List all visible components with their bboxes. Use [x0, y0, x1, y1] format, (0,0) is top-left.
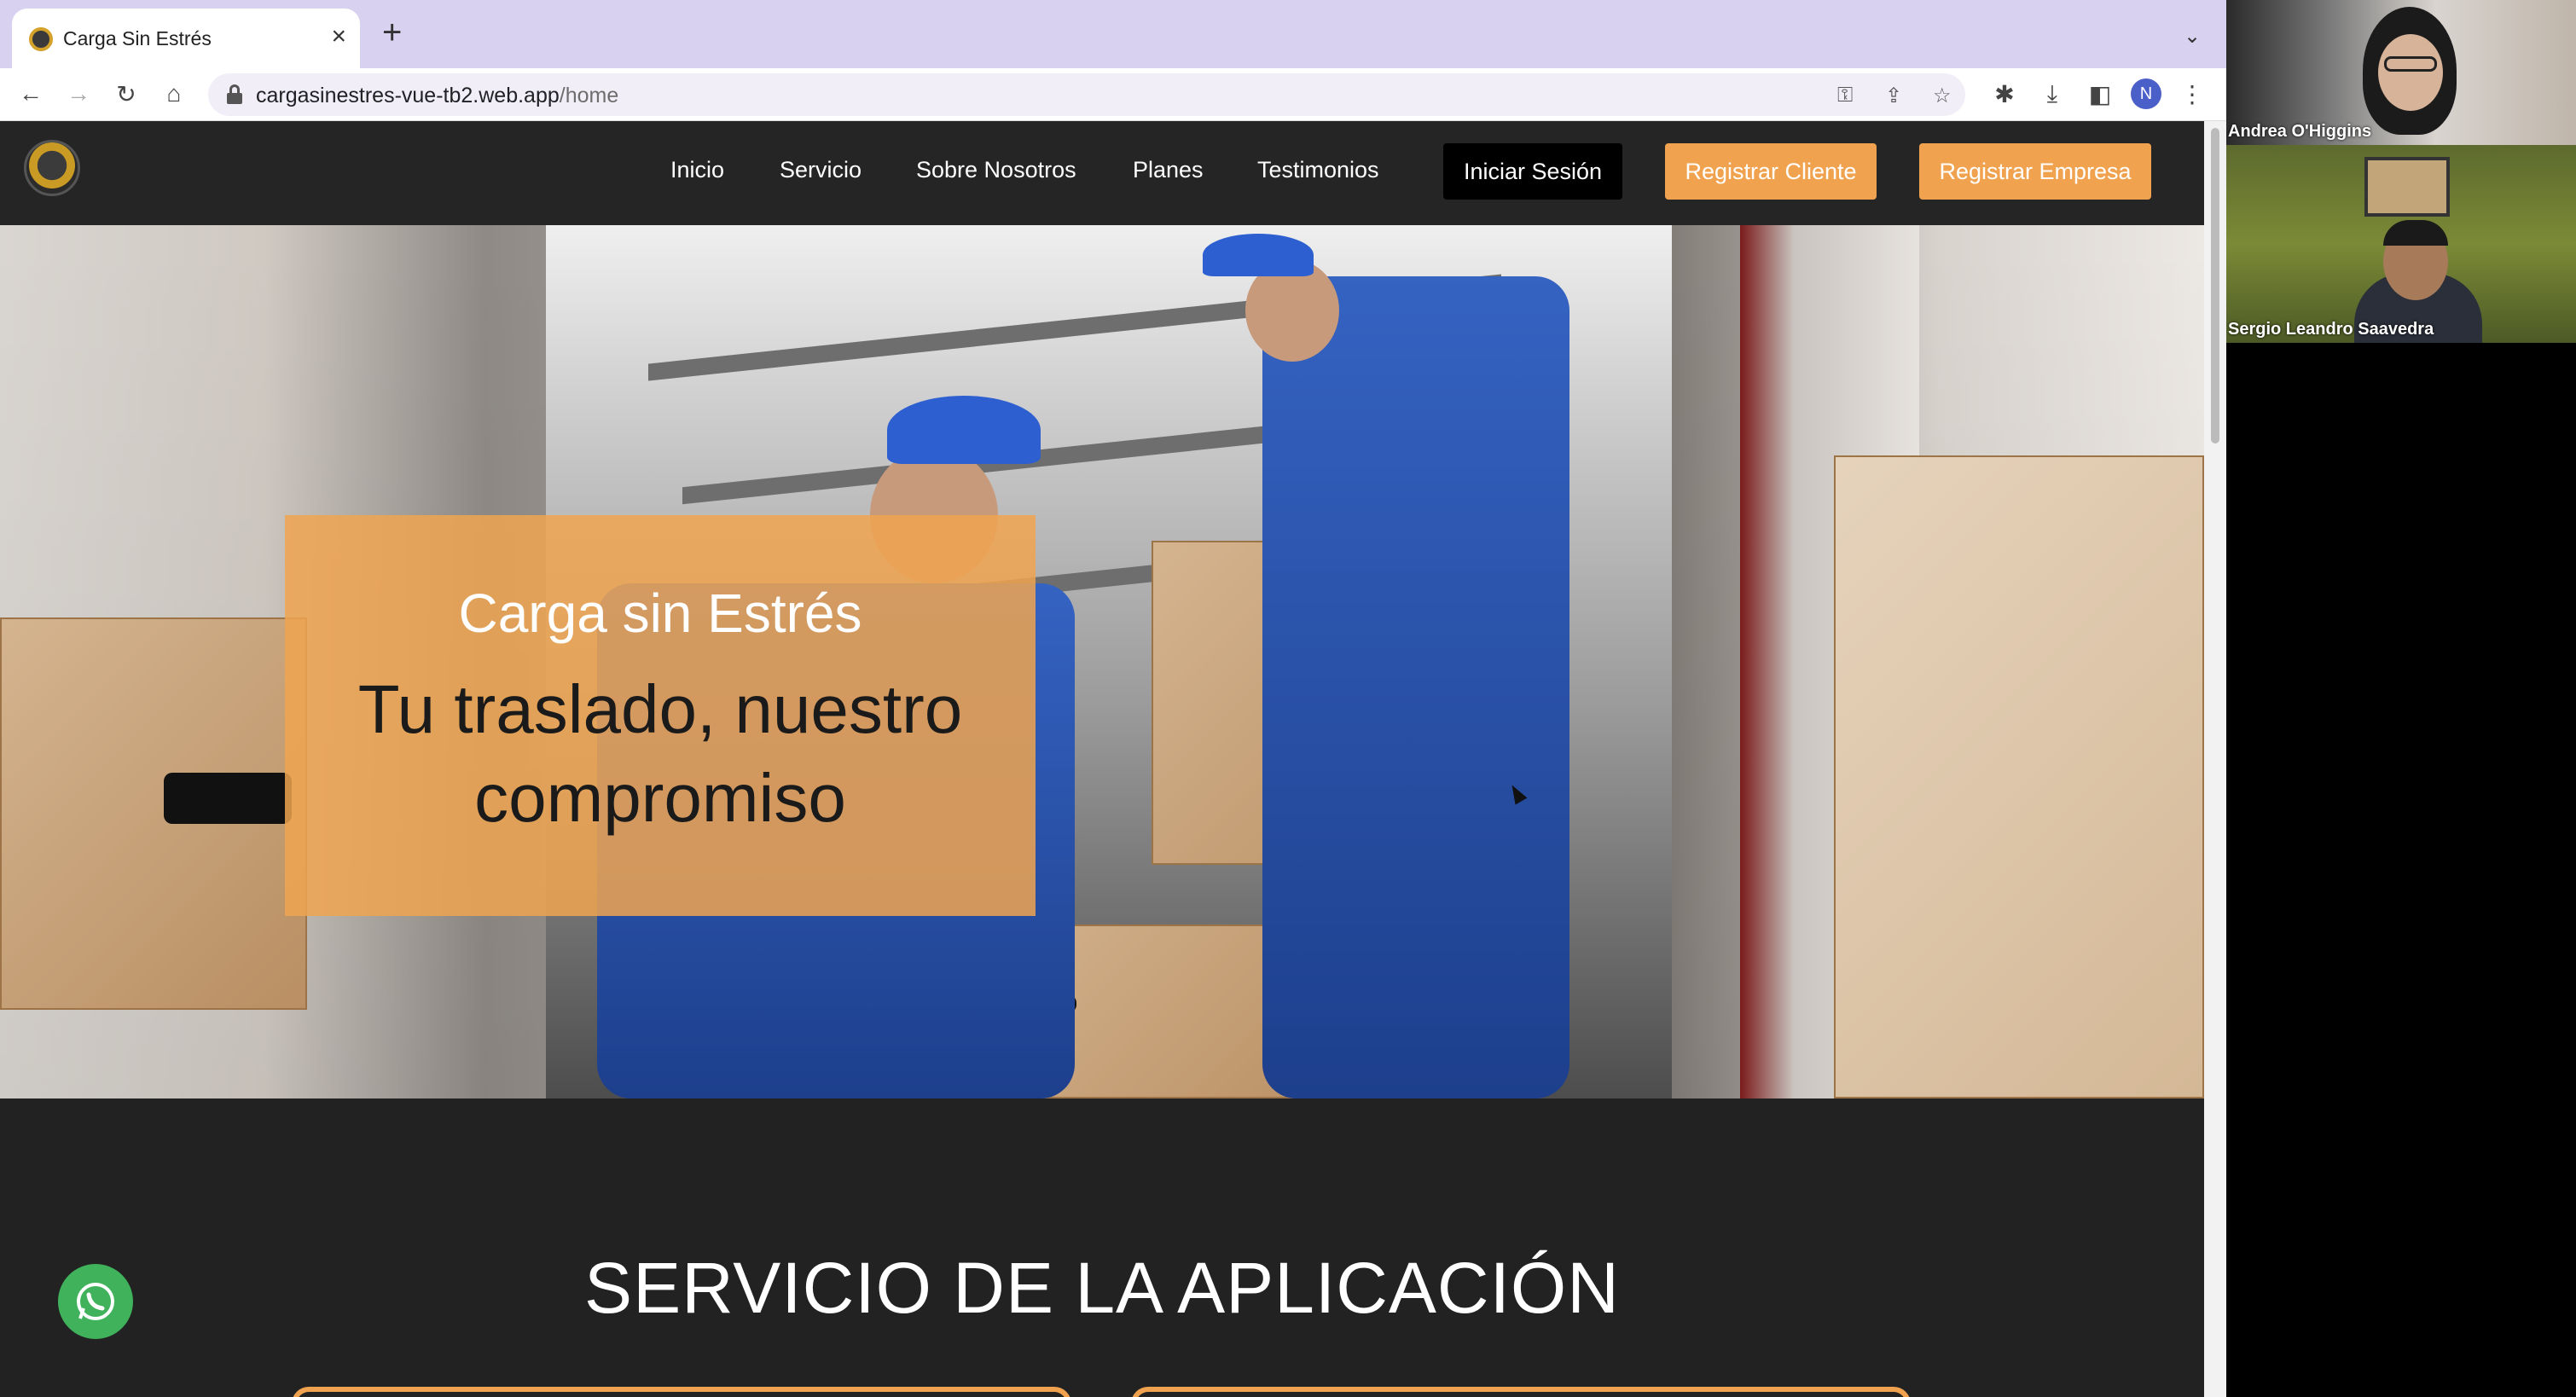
- address-bar[interactable]: cargasinestres-vue-tb2.web.app/home ⚿ ⇪ …: [208, 73, 1965, 116]
- participant-name: Sergio Leandro Saavedra: [2228, 320, 2434, 339]
- bookmark-star-icon[interactable]: ☆: [1933, 84, 1952, 108]
- nav-link-inicio[interactable]: Inicio: [670, 157, 724, 183]
- web-page: Inicio Servicio Sobre Nosotros Planes Te…: [0, 121, 2204, 1397]
- register-client-button[interactable]: Registrar Cliente: [1665, 143, 1877, 200]
- participant-video[interactable]: Sergio Leandro Saavedra: [2226, 145, 2576, 343]
- hero-photo-box: [0, 617, 307, 1010]
- lock-icon: [227, 84, 242, 104]
- hero-subtitle: Tu traslado, nuestro compromiso: [357, 671, 963, 836]
- hero-text-card: Carga sin Estrés Tu traslado, nuestro co…: [285, 515, 1036, 916]
- back-icon[interactable]: ←: [14, 77, 48, 111]
- service-heading: SERVICIO DE LA APLICACIÓN: [584, 1248, 1620, 1328]
- more-menu-icon[interactable]: ⋮: [2175, 77, 2209, 111]
- login-button[interactable]: Iniciar Sesión: [1443, 143, 1622, 200]
- forward-icon[interactable]: →: [61, 77, 96, 111]
- hero-photo-box: [1834, 455, 2204, 1098]
- browser-window: Carga Sin Estrés × + ⌄ ← → ↻ ⌂ cargasine…: [0, 0, 2226, 1397]
- browser-toolbar: ← → ↻ ⌂ cargasinestres-vue-tb2.web.app/h…: [0, 68, 2226, 121]
- nav-link-servicio[interactable]: Servicio: [780, 157, 862, 183]
- hero-photo-cap: [887, 396, 1041, 464]
- service-card: [1131, 1387, 1911, 1397]
- extensions-icon[interactable]: ✱: [1987, 77, 2022, 111]
- participant-video[interactable]: Andrea O'Higgins: [2226, 0, 2576, 145]
- tab-strip: Carga Sin Estrés × + ⌄: [0, 0, 2226, 70]
- reload-icon[interactable]: ↻: [109, 77, 143, 111]
- url-text: cargasinestres-vue-tb2.web.app/home: [256, 84, 619, 107]
- page-scrollbar[interactable]: [2204, 121, 2226, 1397]
- whatsapp-icon: [77, 1283, 114, 1320]
- service-card: [292, 1387, 1071, 1397]
- hero-title: Carga sin Estrés: [458, 583, 862, 644]
- site-logo[interactable]: [24, 140, 80, 196]
- hero-banner: Carga sin Estrés Tu traslado, nuestro co…: [0, 225, 2204, 1098]
- hero-photo-cap: [1203, 234, 1314, 276]
- nav-link-testimonios[interactable]: Testimonios: [1257, 157, 1379, 183]
- share-icon[interactable]: ⇪: [1885, 84, 1902, 108]
- password-key-icon[interactable]: ⚿: [1837, 84, 1853, 107]
- download-icon[interactable]: ⤓: [2035, 77, 2069, 111]
- whatsapp-button[interactable]: [58, 1264, 133, 1339]
- register-company-button[interactable]: Registrar Empresa: [1919, 143, 2151, 200]
- new-tab-icon[interactable]: +: [382, 15, 402, 49]
- site-favicon-icon: [29, 27, 53, 51]
- nav-link-sobre-nosotros[interactable]: Sobre Nosotros: [916, 157, 1076, 183]
- home-icon[interactable]: ⌂: [157, 77, 191, 111]
- tab-title: Carga Sin Estrés: [63, 27, 212, 49]
- nav-link-planes[interactable]: Planes: [1133, 157, 1204, 183]
- side-panel-icon[interactable]: ◧: [2083, 77, 2117, 111]
- hero-photo-worker: [1262, 276, 1569, 1098]
- video-call-panel: Andrea O'Higgins Sergio Leandro Saavedra: [2226, 0, 2576, 1397]
- browser-tab[interactable]: Carga Sin Estrés ×: [12, 9, 360, 70]
- participant-name: Andrea O'Higgins: [2228, 122, 2372, 141]
- profile-avatar[interactable]: N: [2131, 78, 2161, 109]
- site-navbar: Inicio Servicio Sobre Nosotros Planes Te…: [0, 121, 2204, 225]
- close-tab-icon[interactable]: ×: [331, 22, 346, 51]
- tab-search-chevron-icon[interactable]: ⌄: [2184, 24, 2201, 49]
